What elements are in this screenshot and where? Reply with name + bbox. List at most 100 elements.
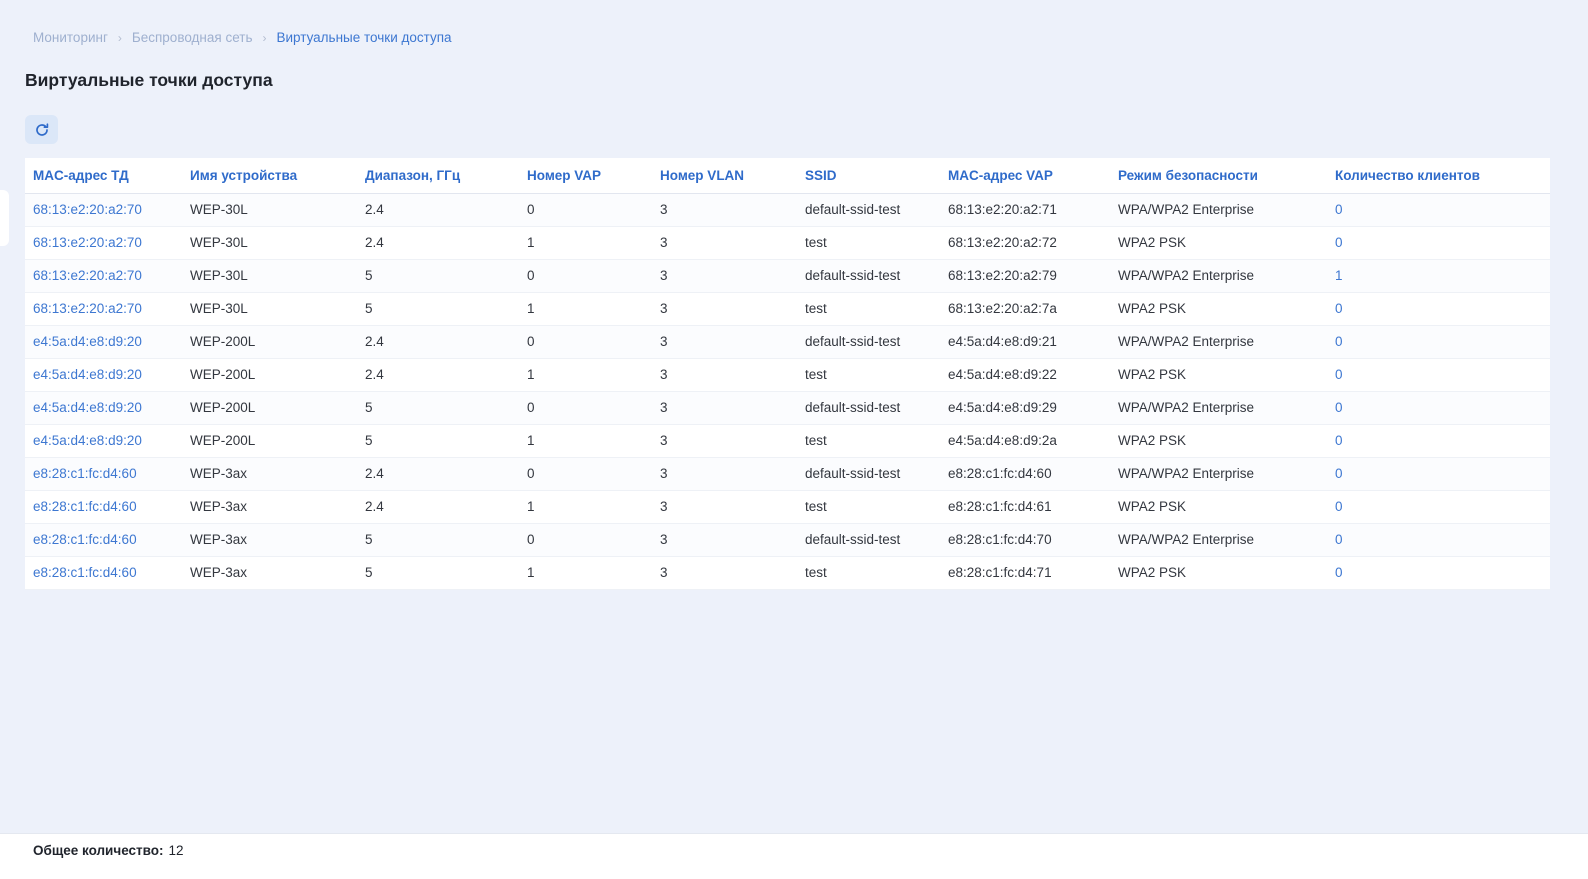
table-row: 68:13:e2:20:a2:70WEP-30L2.413test68:13:e… (25, 226, 1550, 259)
ap-mac-link[interactable]: e4:5a:d4:e8:d9:20 (33, 400, 142, 415)
table-cell: 5 (357, 424, 519, 457)
table-cell: 1 (519, 292, 652, 325)
table-cell: 0 (1327, 523, 1550, 556)
ap-mac-link[interactable]: 68:13:e2:20:a2:70 (33, 268, 142, 283)
table-cell: 3 (652, 193, 797, 226)
table-cell: test (797, 424, 940, 457)
ap-mac-link[interactable]: 68:13:e2:20:a2:70 (33, 202, 142, 217)
table-cell: WEP-3ax (182, 457, 357, 490)
table-cell: default-ssid-test (797, 391, 940, 424)
table-cell: WEP-3ax (182, 523, 357, 556)
table-cell: WPA2 PSK (1110, 292, 1327, 325)
chevron-right-icon: › (118, 31, 122, 45)
table-cell: WEP-30L (182, 226, 357, 259)
table-cell: WEP-200L (182, 325, 357, 358)
table-cell: e8:28:c1:fc:d4:60 (25, 457, 182, 490)
table-row: e8:28:c1:fc:d4:60WEP-3ax2.403default-ssi… (25, 457, 1550, 490)
table-cell: 5 (357, 523, 519, 556)
table-cell: 0 (1327, 193, 1550, 226)
table-cell: 2.4 (357, 193, 519, 226)
table-cell: 5 (357, 259, 519, 292)
table-cell: e8:28:c1:fc:d4:71 (940, 556, 1110, 589)
client-count-link[interactable]: 0 (1335, 499, 1343, 514)
table-cell: WPA/WPA2 Enterprise (1110, 457, 1327, 490)
table-cell: default-ssid-test (797, 523, 940, 556)
table-cell: WPA2 PSK (1110, 556, 1327, 589)
breadcrumb: Мониторинг › Беспроводная сеть › Виртуал… (0, 0, 1588, 45)
column-header: MAC-адрес VAP (940, 158, 1110, 193)
client-count-link[interactable]: 0 (1335, 532, 1343, 547)
table-cell: e4:5a:d4:e8:d9:20 (25, 424, 182, 457)
client-count-link[interactable]: 0 (1335, 400, 1343, 415)
table-cell: 3 (652, 226, 797, 259)
column-header: Количество клиентов (1327, 158, 1550, 193)
ap-mac-link[interactable]: e4:5a:d4:e8:d9:20 (33, 334, 142, 349)
table-cell: 2.4 (357, 226, 519, 259)
table-cell: 68:13:e2:20:a2:71 (940, 193, 1110, 226)
table-cell: 1 (519, 358, 652, 391)
client-count-link[interactable]: 1 (1335, 268, 1343, 283)
client-count-link[interactable]: 0 (1335, 235, 1343, 250)
table-cell: 0 (1327, 424, 1550, 457)
table-cell: 68:13:e2:20:a2:79 (940, 259, 1110, 292)
client-count-link[interactable]: 0 (1335, 466, 1343, 481)
client-count-link[interactable]: 0 (1335, 334, 1343, 349)
client-count-link[interactable]: 0 (1335, 367, 1343, 382)
table-cell: WPA/WPA2 Enterprise (1110, 391, 1327, 424)
ap-mac-link[interactable]: e4:5a:d4:e8:d9:20 (33, 367, 142, 382)
ap-mac-link[interactable]: e4:5a:d4:e8:d9:20 (33, 433, 142, 448)
client-count-link[interactable]: 0 (1335, 202, 1343, 217)
table-cell: 0 (1327, 457, 1550, 490)
breadcrumb-item-wireless[interactable]: Беспроводная сеть (132, 30, 253, 45)
table-row: e4:5a:d4:e8:d9:20WEP-200L2.413teste4:5a:… (25, 358, 1550, 391)
column-header: Номер VAP (519, 158, 652, 193)
table-cell: WPA2 PSK (1110, 424, 1327, 457)
ap-mac-link[interactable]: 68:13:e2:20:a2:70 (33, 301, 142, 316)
table-cell: 3 (652, 424, 797, 457)
ap-mac-link[interactable]: e8:28:c1:fc:d4:60 (33, 499, 137, 514)
table-cell: test (797, 490, 940, 523)
client-count-link[interactable]: 0 (1335, 565, 1343, 580)
table-cell: default-ssid-test (797, 325, 940, 358)
ap-mac-link[interactable]: 68:13:e2:20:a2:70 (33, 235, 142, 250)
table-cell: 0 (519, 193, 652, 226)
table-row: e4:5a:d4:e8:d9:20WEP-200L513teste4:5a:d4… (25, 424, 1550, 457)
table-cell: e8:28:c1:fc:d4:70 (940, 523, 1110, 556)
ap-mac-link[interactable]: e8:28:c1:fc:d4:60 (33, 466, 137, 481)
table-cell: e8:28:c1:fc:d4:60 (25, 490, 182, 523)
table-row: 68:13:e2:20:a2:70WEP-30L2.403default-ssi… (25, 193, 1550, 226)
client-count-link[interactable]: 0 (1335, 433, 1343, 448)
table-cell: 2.4 (357, 490, 519, 523)
table-cell: 0 (519, 391, 652, 424)
client-count-link[interactable]: 0 (1335, 301, 1343, 316)
column-header: Номер VLAN (652, 158, 797, 193)
ap-mac-link[interactable]: e8:28:c1:fc:d4:60 (33, 565, 137, 580)
breadcrumb-item-monitoring[interactable]: Мониторинг (33, 30, 108, 45)
table-cell: e4:5a:d4:e8:d9:20 (25, 358, 182, 391)
table-cell: default-ssid-test (797, 193, 940, 226)
table-cell: 0 (519, 325, 652, 358)
table-cell: WEP-30L (182, 193, 357, 226)
table-cell: 1 (1327, 259, 1550, 292)
table-cell: 0 (519, 259, 652, 292)
table-cell: 2.4 (357, 358, 519, 391)
table-cell: test (797, 556, 940, 589)
table-cell: 0 (1327, 391, 1550, 424)
table-cell: e4:5a:d4:e8:d9:22 (940, 358, 1110, 391)
table-row: e8:28:c1:fc:d4:60WEP-3ax513teste8:28:c1:… (25, 556, 1550, 589)
table-cell: WPA/WPA2 Enterprise (1110, 523, 1327, 556)
table-cell: 0 (1327, 292, 1550, 325)
table-cell: 0 (1327, 490, 1550, 523)
column-header: Режим безопасности (1110, 158, 1327, 193)
sidebar-handle[interactable] (0, 190, 9, 246)
refresh-icon (34, 122, 50, 138)
refresh-button[interactable] (25, 115, 58, 144)
toolbar (25, 115, 1588, 144)
table-cell: 0 (1327, 325, 1550, 358)
table-cell: test (797, 226, 940, 259)
table-cell: 0 (1327, 556, 1550, 589)
table-cell: 5 (357, 556, 519, 589)
table-cell: 3 (652, 490, 797, 523)
page-title: Виртуальные точки доступа (25, 70, 1588, 91)
ap-mac-link[interactable]: e8:28:c1:fc:d4:60 (33, 532, 137, 547)
